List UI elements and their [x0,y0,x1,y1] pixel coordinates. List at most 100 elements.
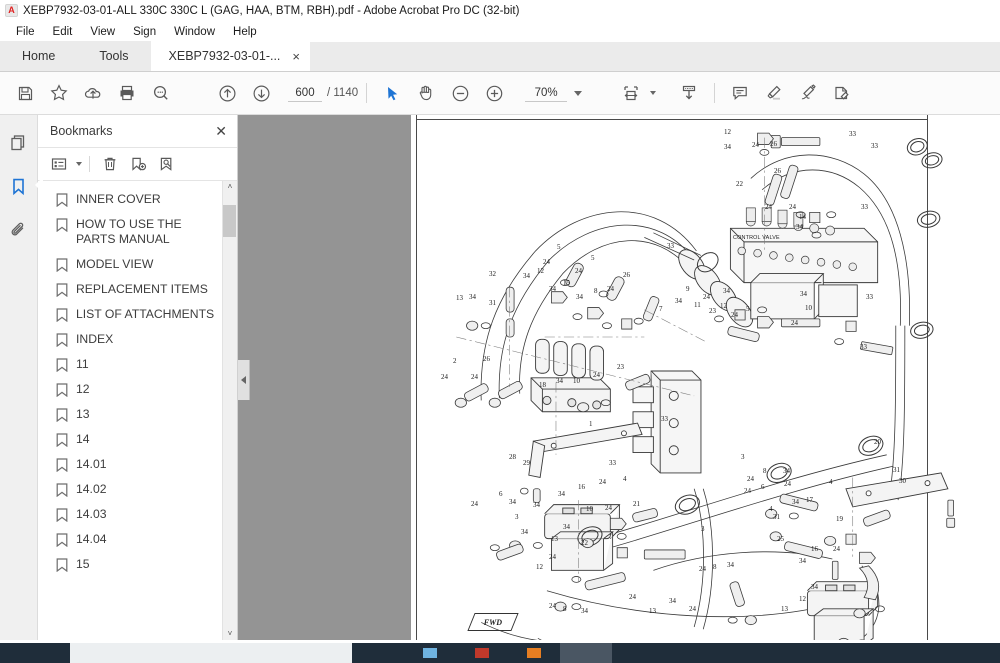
new-bookmark-button[interactable] [125,152,151,176]
tab-home-label: Home [22,49,56,63]
previous-page-button[interactable] [210,76,244,110]
zoom-out-button[interactable] [443,76,477,110]
menu-view[interactable]: View [81,24,124,40]
diagram-callout: 10 [805,304,812,312]
bookmarks-scrollbar[interactable]: ˄ ˅ [222,181,237,640]
taskbar-app-3[interactable] [508,643,560,663]
bookmark-item[interactable]: 12 [56,377,222,402]
add-comment-button[interactable] [723,76,757,110]
diagram-callout: 24 [765,203,772,211]
scroll-up-arrow-icon[interactable]: ˄ [228,183,233,191]
fwd-label: FWD [483,617,503,627]
diagram-callout: 3 [701,525,705,533]
bookmark-item[interactable]: 14.01 [56,452,222,477]
bookmarks-panel: Bookmarks ✕ INNER COVER HOW TO USE THE P… [38,115,238,640]
taskbar-app-1[interactable] [404,643,456,663]
rail-attachments[interactable] [4,215,34,245]
bookmark-options-menu[interactable] [46,152,72,176]
diagram-callout: 34 [724,143,731,151]
close-icon[interactable]: ✕ [215,124,227,138]
taskbar-start-button[interactable] [0,643,70,663]
chevron-down-icon[interactable] [76,162,82,166]
scrolling-mode-button[interactable] [672,76,706,110]
bookmarks-list[interactable]: INNER COVER HOW TO USE THE PARTS MANUAL MO… [38,181,222,640]
find-bookmark-button[interactable] [153,152,179,176]
diagram-callout: 33 [667,242,674,250]
upload-to-cloud-button[interactable] [76,76,110,110]
diagram-callout: 24 [699,565,706,573]
zoom-level-input[interactable] [525,84,568,102]
menu-sign[interactable]: Sign [124,24,165,40]
next-page-button[interactable] [244,76,278,110]
bookmark-item[interactable]: INDEX [56,327,222,352]
diagram-callout: 24 [607,285,614,293]
bookmark-item[interactable]: 11 [56,352,222,377]
bookmark-item-label: 14.04 [76,531,107,546]
diagram-callout: 34 [521,528,528,536]
save-button[interactable] [8,76,42,110]
diagram-callout: 34 [800,290,807,298]
select-tool-button[interactable] [375,76,409,110]
control-valve-label: CONTROL VALVE [733,235,780,241]
highlight-text-button[interactable] [757,76,791,110]
taskbar-task-view[interactable] [352,643,404,663]
hand-tool-button[interactable] [409,76,443,110]
rail-page-thumbnails[interactable] [4,127,34,157]
bookmark-item[interactable]: 14.04 [56,527,222,552]
diagram-callout: 24 [791,319,798,327]
taskbar-app-2[interactable] [456,643,508,663]
bookmark-item[interactable]: INNER COVER [56,187,222,212]
close-icon[interactable]: × [292,49,300,64]
bookmark-item[interactable]: MODEL VIEW [56,252,222,277]
menu-file[interactable]: File [7,24,44,40]
menu-edit[interactable]: Edit [44,24,82,40]
bookmark-item[interactable]: 13 [56,402,222,427]
taskbar-app-active[interactable] [560,643,612,663]
collapse-panel-button[interactable] [238,360,250,400]
scroll-down-arrow-icon[interactable]: ˅ [228,630,233,638]
bookmark-item[interactable]: 14.03 [56,502,222,527]
rail-bookmarks[interactable] [4,171,43,201]
bookmark-item-label: 11 [76,356,89,371]
chevron-down-icon[interactable] [574,90,583,96]
zoom-in-button[interactable] [477,76,511,110]
tab-document[interactable]: XEBP7932-03-01-... × [150,41,310,71]
bookmark-item[interactable]: REPLACEMENT ITEMS [56,277,222,302]
fill-and-sign-button[interactable] [825,76,859,110]
scrollbar-thumb[interactable] [223,205,236,237]
pdf-viewer[interactable]: CONTROL VALVE FWD 12 33 34 24 26 33 26 22 24 24 14… [238,115,1000,640]
menu-window[interactable]: Window [165,24,224,40]
bookmark-item[interactable]: LIST OF ATTACHMENTS [56,302,222,327]
diagram-callout: 24 [784,480,791,488]
bookmark-item[interactable]: 15 [56,552,222,577]
fit-options-chevron-icon[interactable] [650,91,657,95]
fit-page-width-button[interactable] [614,76,648,110]
bookmark-icon [56,533,68,547]
menu-help[interactable]: Help [224,24,266,40]
bookmark-item-label: LIST OF ATTACHMENTS [76,306,215,321]
diagram-callout: 22 [736,180,743,188]
bookmark-item[interactable]: 14.02 [56,477,222,502]
diagram-callout: 5 [557,243,561,251]
add-to-favorites-button[interactable] [42,76,76,110]
bookmarks-list-container: INNER COVER HOW TO USE THE PARTS MANUAL MO… [38,181,237,640]
sign-document-button[interactable] [791,76,825,110]
bookmark-item[interactable]: 14 [56,427,222,452]
print-button[interactable] [110,76,144,110]
page-number-input[interactable] [288,84,322,102]
delete-bookmark-button[interactable] [97,152,123,176]
diagram-callout: 24 [549,602,556,610]
diagram-callout: 12 [536,563,543,571]
diagram-callout: 24 [605,504,612,512]
pdf-page[interactable]: CONTROL VALVE FWD 12 33 34 24 26 33 26 22 24 24 14… [411,115,1000,640]
tab-home[interactable]: Home [0,41,78,71]
diagram-callout: 12 [724,128,731,136]
tab-tools[interactable]: Tools [77,41,151,71]
diagram-callout: 34 [563,523,570,531]
acrobat-logo-glyph: A [8,5,15,15]
search-button[interactable] [144,76,178,110]
diagram-callout: 24 [833,545,840,553]
bookmark-item[interactable]: HOW TO USE THE PARTS MANUAL [56,212,222,252]
page-navigation: / 1140 [288,84,358,102]
taskbar-search-field[interactable] [70,643,352,663]
